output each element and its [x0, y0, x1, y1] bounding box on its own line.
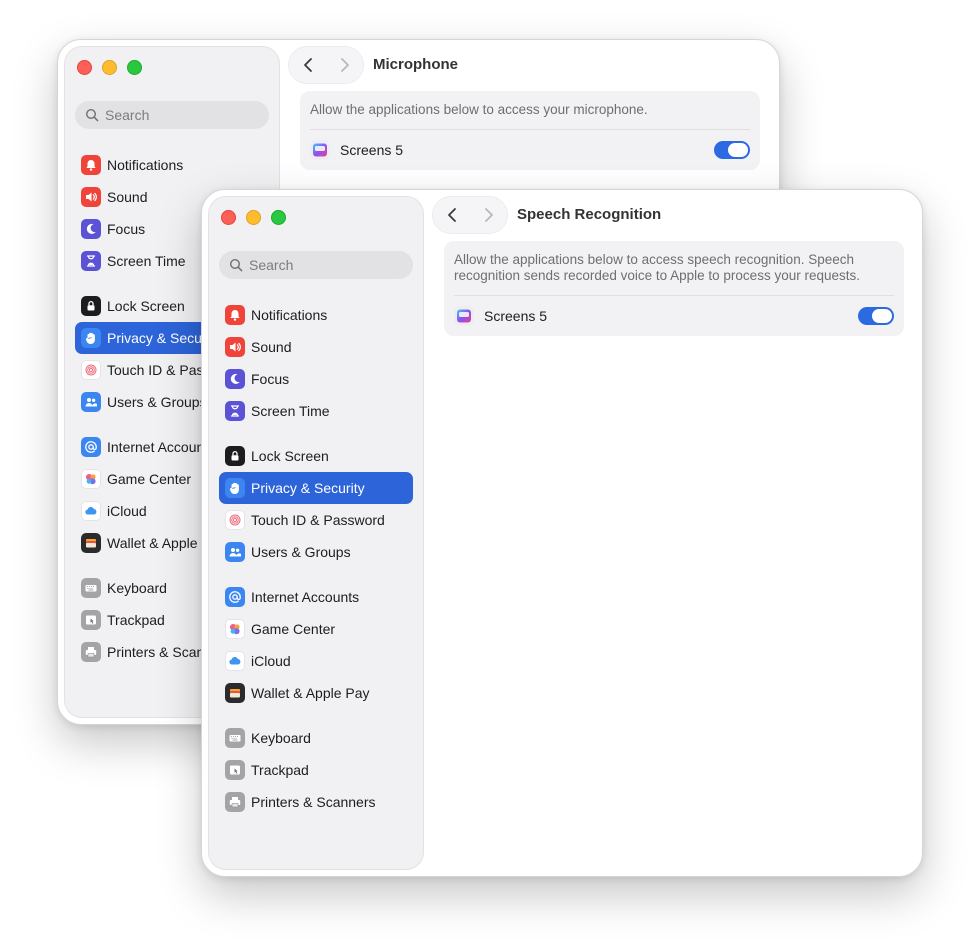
search-icon — [85, 108, 99, 122]
trackpad-icon — [225, 760, 245, 780]
sidebar-item-printers[interactable]: Printers & Scanners — [219, 786, 413, 818]
forward-button[interactable] — [334, 54, 356, 76]
at-sign-icon — [225, 587, 245, 607]
permission-toggle[interactable] — [858, 307, 894, 325]
lock-icon — [225, 446, 245, 466]
at-sign-icon — [81, 437, 101, 457]
printer-icon — [81, 642, 101, 662]
page-title: Speech Recognition — [517, 206, 662, 223]
hand-icon — [225, 478, 245, 498]
hourglass-icon — [225, 401, 245, 421]
forward-button[interactable] — [478, 204, 500, 226]
printer-icon — [225, 792, 245, 812]
fingerprint-icon — [225, 510, 245, 530]
sidebar: Notifications Sound Focus Screen Time Lo… — [208, 196, 424, 870]
close-button[interactable] — [221, 210, 236, 225]
search-field[interactable] — [75, 101, 269, 129]
notifications-icon — [81, 155, 101, 175]
search-input[interactable] — [249, 257, 399, 273]
keyboard-icon — [225, 728, 245, 748]
back-button[interactable] — [297, 54, 319, 76]
sidebar-item-trackpad[interactable]: Trackpad — [219, 754, 413, 786]
permissions-group: Allow the applications below to access y… — [300, 91, 760, 170]
sidebar-item-internet-accounts[interactable]: Internet Accounts — [219, 581, 413, 613]
chevron-left-icon — [303, 58, 312, 72]
permission-description: Allow the applications below to access s… — [454, 241, 894, 296]
sidebar-item-lock-screen[interactable]: Lock Screen — [219, 440, 413, 472]
users-icon — [81, 392, 101, 412]
users-icon — [225, 542, 245, 562]
sound-icon — [225, 337, 245, 357]
wallet-icon — [225, 683, 245, 703]
hourglass-icon — [81, 251, 101, 271]
permissions-group: Allow the applications below to access s… — [444, 241, 904, 336]
minimize-button[interactable] — [246, 210, 261, 225]
sidebar-item-screen-time[interactable]: Screen Time — [219, 395, 413, 427]
app-name: Screens 5 — [484, 308, 548, 324]
sidebar-item-sound[interactable]: Sound — [219, 331, 413, 363]
search-icon — [229, 258, 243, 272]
game-center-icon — [225, 619, 245, 639]
chevron-left-icon — [447, 208, 456, 222]
chevron-right-icon — [484, 208, 493, 222]
sidebar-nav: Notifications Sound Focus Screen Time Lo… — [219, 299, 413, 818]
sidebar-item-icloud[interactable]: iCloud — [219, 645, 413, 677]
sidebar-item-notifications[interactable]: Notifications — [75, 149, 269, 181]
game-center-icon — [81, 469, 101, 489]
sidebar-item-keyboard[interactable]: Keyboard — [219, 722, 413, 754]
cloud-icon — [225, 651, 245, 671]
window-controls — [221, 210, 286, 225]
zoom-button[interactable] — [127, 60, 142, 75]
back-button[interactable] — [441, 204, 463, 226]
sound-icon — [81, 187, 101, 207]
app-name: Screens 5 — [340, 142, 404, 158]
sidebar-item-focus[interactable]: Focus — [219, 363, 413, 395]
hand-icon — [81, 328, 101, 348]
focus-moon-icon — [81, 219, 101, 239]
app-permission-row: Screens 5 — [310, 130, 750, 170]
cloud-icon — [81, 501, 101, 521]
screens-app-icon — [310, 140, 330, 160]
fingerprint-icon — [81, 360, 101, 380]
minimize-button[interactable] — [102, 60, 117, 75]
speech-recognition-settings-window: Notifications Sound Focus Screen Time Lo… — [201, 189, 923, 877]
permission-description: Allow the applications below to access y… — [310, 91, 750, 130]
screens-app-icon — [454, 306, 474, 326]
permission-toggle[interactable] — [714, 141, 750, 159]
window-controls — [77, 60, 142, 75]
page-title: Microphone — [373, 56, 458, 73]
sidebar-item-notifications[interactable]: Notifications — [219, 299, 413, 331]
search-input[interactable] — [105, 107, 255, 123]
search-field[interactable] — [219, 251, 413, 279]
keyboard-icon — [81, 578, 101, 598]
zoom-button[interactable] — [271, 210, 286, 225]
trackpad-icon — [81, 610, 101, 630]
wallet-icon — [81, 533, 101, 553]
sidebar-item-touch-id[interactable]: Touch ID & Password — [219, 504, 413, 536]
sidebar-item-privacy-security[interactable]: Privacy & Security — [219, 472, 413, 504]
sidebar-item-users-groups[interactable]: Users & Groups — [219, 536, 413, 568]
notifications-icon — [225, 305, 245, 325]
sidebar-item-game-center[interactable]: Game Center — [219, 613, 413, 645]
sidebar-item-wallet[interactable]: Wallet & Apple Pay — [219, 677, 413, 709]
close-button[interactable] — [77, 60, 92, 75]
focus-moon-icon — [225, 369, 245, 389]
lock-icon — [81, 296, 101, 316]
app-permission-row: Screens 5 — [454, 296, 894, 336]
navigation-buttons — [432, 196, 508, 234]
navigation-buttons — [288, 46, 364, 84]
chevron-right-icon — [340, 58, 349, 72]
